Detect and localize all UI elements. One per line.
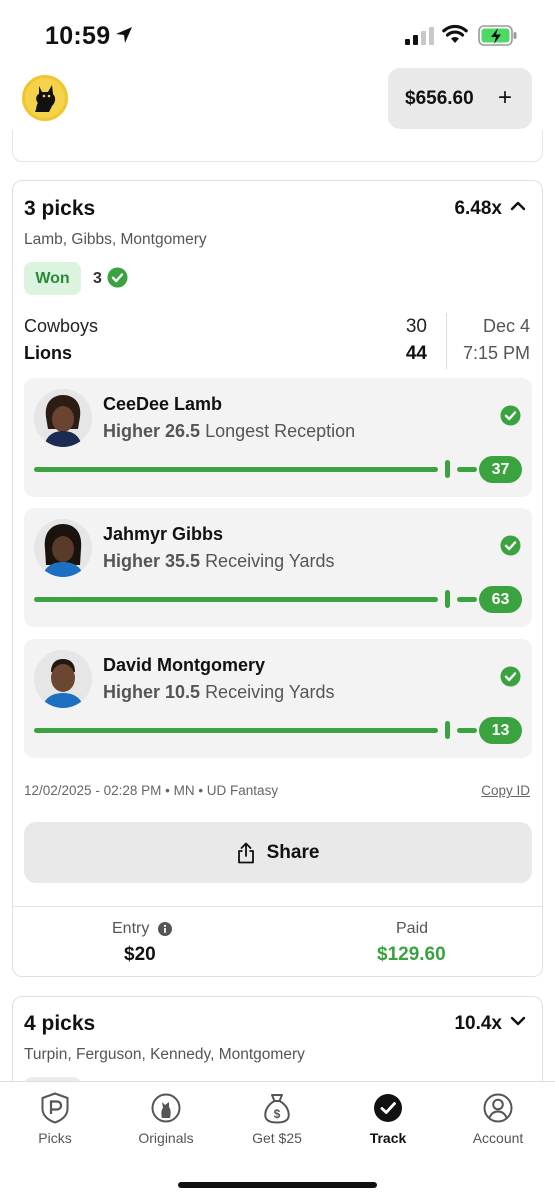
entry-amount: $20	[124, 944, 156, 965]
tab-picks[interactable]: Picks	[0, 1092, 110, 1146]
copy-id-link[interactable]: Copy ID	[481, 783, 530, 798]
player-name: Jahmyr Gibbs	[103, 524, 224, 544]
entry-label: Entry	[112, 920, 150, 937]
entry-players: Lamb, Gibbs, Montgomery	[24, 231, 207, 248]
entry-title: 4 picks	[24, 1012, 96, 1035]
pick-card[interactable]: Jahmyr Gibbs Higher 35.5 Receiving Yards…	[24, 508, 532, 627]
progress-track-end	[457, 467, 477, 472]
svg-text:$: $	[274, 1107, 281, 1121]
picks-icon	[41, 1092, 69, 1124]
pick-stat: Receiving Yards	[205, 551, 335, 571]
player-avatar	[34, 519, 92, 577]
status-bar: 10:59	[0, 0, 555, 64]
tab-label: Picks	[38, 1130, 72, 1146]
check-circle-icon	[107, 267, 128, 288]
entry-multiplier: 10.4x	[454, 1013, 502, 1034]
game-time: 7:15 PM	[462, 343, 530, 363]
balance-button[interactable]: $656.60 +	[388, 68, 532, 129]
pick-line: Higher 26.5 Longest Reception	[103, 421, 355, 442]
game-date: Dec 4	[482, 316, 530, 336]
mascot-icon	[35, 85, 56, 112]
pick-direction: Higher 26.5	[103, 421, 201, 441]
result-pill: 13	[479, 717, 522, 744]
share-label: Share	[266, 841, 320, 863]
result-pill: 63	[479, 586, 522, 613]
check-circle-icon	[500, 535, 521, 556]
pick-stat: Receiving Yards	[205, 682, 335, 702]
paid-label: Paid	[396, 920, 429, 937]
location-arrow-icon	[116, 27, 132, 43]
result-pill: 37	[479, 456, 522, 483]
add-funds-icon: +	[497, 84, 512, 111]
tab-track[interactable]: Track	[333, 1092, 443, 1146]
line-marker	[445, 460, 450, 478]
entry-card: 3 picks 6.48x Lamb, Gibbs, Montgomery Wo…	[12, 180, 543, 977]
check-circle-icon	[500, 666, 521, 687]
status-badge: Won	[24, 262, 81, 295]
player-name: David Montgomery	[103, 655, 266, 675]
entry-multiplier: 6.48x	[454, 198, 502, 219]
tab-label: Get $25	[252, 1130, 302, 1146]
status-time: 10:59	[45, 22, 111, 50]
previous-entry-card	[12, 130, 543, 162]
tab-label: Track	[369, 1130, 407, 1146]
balance-amount: $656.60	[405, 87, 474, 109]
pick-line: Higher 10.5 Receiving Yards	[103, 682, 334, 703]
line-marker	[445, 721, 450, 739]
home-score: 44	[405, 343, 427, 364]
divider	[13, 906, 542, 907]
check-circle-icon	[374, 1094, 402, 1122]
progress-track	[34, 728, 438, 733]
info-icon[interactable]	[158, 922, 172, 936]
progress-track	[34, 467, 438, 472]
progress-track-end	[457, 728, 477, 733]
check-circle-icon	[500, 405, 521, 426]
home-team: Lions	[24, 343, 72, 363]
correct-count: 3	[93, 270, 102, 287]
originals-icon	[151, 1093, 181, 1123]
tab-label: Originals	[138, 1130, 194, 1146]
pick-direction: Higher 10.5	[103, 682, 201, 702]
app-logo[interactable]	[22, 75, 68, 121]
tab-label: Account	[472, 1130, 524, 1146]
line-marker	[445, 590, 450, 608]
divider	[446, 313, 447, 369]
player-avatar	[34, 650, 92, 708]
money-bag-icon: $	[264, 1094, 290, 1124]
chevron-up-icon[interactable]	[510, 200, 526, 212]
entry-title: 3 picks	[24, 197, 96, 220]
progress-track-end	[457, 597, 477, 602]
paid-amount: $129.60	[377, 944, 446, 965]
wifi-icon	[442, 24, 468, 43]
pick-direction: Higher 35.5	[103, 551, 201, 571]
pick-card[interactable]: David Montgomery Higher 10.5 Receiving Y…	[24, 639, 532, 758]
away-score: 30	[405, 316, 427, 337]
signal-icon	[405, 27, 434, 45]
pick-card[interactable]: CeeDee Lamb Higher 26.5 Longest Receptio…	[24, 378, 532, 497]
chevron-down-icon[interactable]	[510, 1015, 526, 1027]
tab-originals[interactable]: Originals	[111, 1092, 221, 1146]
pick-line: Higher 35.5 Receiving Yards	[103, 551, 334, 572]
entry-meta: 12/02/2025 - 02:28 PM • MN • UD Fantasy	[24, 783, 279, 798]
tab-get-25[interactable]: $ Get $25	[222, 1092, 332, 1146]
progress-track	[34, 597, 438, 602]
account-icon	[483, 1093, 513, 1123]
share-icon	[237, 842, 254, 863]
player-avatar	[34, 389, 92, 447]
share-button[interactable]: Share	[24, 822, 532, 883]
entry-players: Turpin, Ferguson, Kennedy, Montgomery	[24, 1046, 305, 1063]
battery-charging-icon	[478, 25, 517, 46]
pick-stat: Longest Reception	[205, 421, 356, 441]
player-name: CeeDee Lamb	[103, 394, 223, 414]
away-team: Cowboys	[24, 316, 99, 336]
home-indicator	[178, 1182, 377, 1188]
tab-account[interactable]: Account	[443, 1092, 553, 1146]
